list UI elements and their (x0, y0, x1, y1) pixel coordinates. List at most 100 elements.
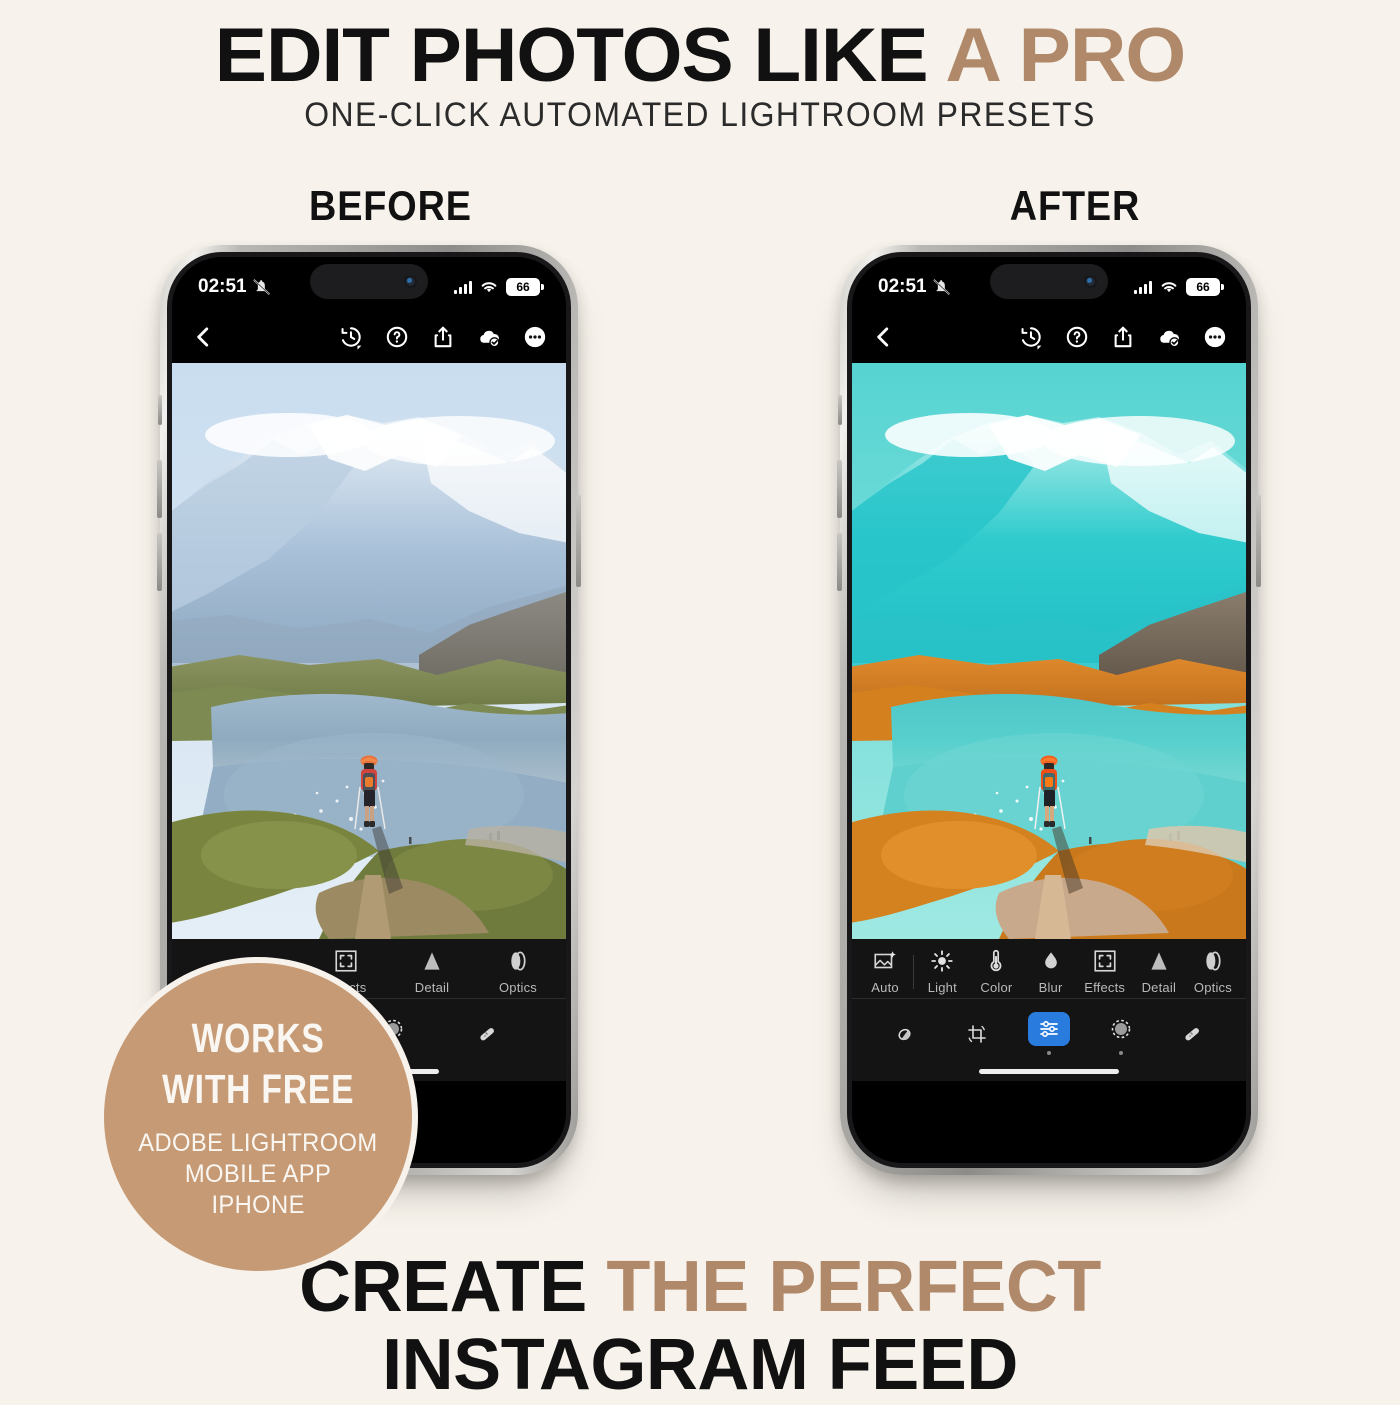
silent-switch[interactable] (838, 395, 842, 425)
nav-dot (1118, 1051, 1123, 1055)
cloud-check-icon[interactable] (1156, 324, 1182, 350)
tool-label: Detail (414, 980, 450, 995)
chevron-left-icon[interactable] (190, 324, 216, 350)
tool-auto[interactable]: Auto (859, 948, 911, 995)
volume-down-button[interactable] (837, 533, 842, 591)
tool-label: Blur (1038, 980, 1063, 995)
tool-blur[interactable]: Blur (1025, 948, 1077, 995)
more-ellipsis-icon[interactable] (522, 324, 548, 350)
tool-label: Effects (1084, 980, 1126, 995)
bell-slash-icon (933, 279, 950, 295)
tool-optics[interactable]: Optics (1187, 948, 1239, 995)
cloud-check-icon[interactable] (476, 324, 502, 350)
dynamic-island (310, 264, 428, 299)
app-toolbar (852, 311, 1246, 363)
phone-mockup-after: 02:51 66 Auto Light Color Blur Effects D… (837, 245, 1261, 1175)
front-camera-icon (404, 275, 417, 288)
healing-brush-icon (1185, 1027, 1200, 1040)
home-indicator[interactable] (979, 1068, 1119, 1074)
front-camera-icon (1084, 275, 1097, 288)
works-with-free-badge: WORKS WITH FREE ADOBE LIGHTROOM MOBILE A… (98, 957, 418, 1277)
footer-plain: CREATE (299, 1247, 607, 1327)
history-clock-icon[interactable] (1018, 324, 1044, 350)
badge-line-4: MOBILE APP (184, 1159, 332, 1188)
battery-indicator: 66 (506, 278, 544, 296)
tool-label: Auto (871, 980, 899, 995)
status-bar: 02:51 66 (172, 257, 566, 311)
phone-screen-after: 02:51 66 Auto Light Color Blur Effects D… (852, 257, 1246, 1163)
badge-line-3: ADOBE LIGHTROOM (138, 1128, 378, 1157)
nav-healing[interactable] (1171, 1017, 1213, 1051)
nav-healing[interactable] (466, 1017, 508, 1051)
page-title: EDIT PHOTOS LIKE A PRO (0, 18, 1400, 94)
effects-frame-icon (335, 950, 357, 972)
detail-triangle-icon (424, 952, 440, 970)
badge-line-1: WORKS (191, 1015, 325, 1062)
edit-tool-row-after: Auto Light Color Blur Effects Detail Opt… (852, 939, 1246, 1003)
bottom-nav-after (852, 999, 1246, 1061)
app-toolbar (172, 311, 566, 363)
nav-crop[interactable] (956, 1017, 998, 1051)
presets-contrast-icon (898, 1028, 911, 1040)
tool-optics[interactable]: Optics (492, 948, 544, 995)
crop-rotate-icon (968, 1024, 987, 1043)
silent-switch[interactable] (158, 395, 162, 425)
history-clock-icon[interactable] (338, 324, 364, 350)
before-label: BEFORE (309, 182, 472, 229)
tool-detail[interactable]: Detail (1133, 948, 1185, 995)
tool-label: Light (927, 980, 957, 995)
tool-effects[interactable]: Effects (1079, 948, 1131, 1003)
page-title-accent: A PRO (945, 13, 1186, 98)
tool-color[interactable]: Color (970, 948, 1022, 1003)
question-circle-icon[interactable] (384, 324, 410, 350)
cellular-bars-icon (1134, 280, 1152, 294)
footer-headline-line2: INSTAGRAM FEED (382, 1325, 1018, 1405)
power-button[interactable] (576, 495, 581, 587)
question-circle-icon[interactable] (1064, 324, 1090, 350)
optics-lens-icon (511, 951, 526, 971)
nav-presets[interactable] (885, 1017, 927, 1051)
power-button[interactable] (1256, 495, 1261, 587)
effects-frame-icon (1094, 950, 1116, 972)
status-time: 02:51 (198, 276, 247, 297)
wifi-icon (481, 282, 497, 293)
blur-droplet-icon (1044, 952, 1057, 969)
share-upload-icon[interactable] (1110, 324, 1136, 350)
poster-canvas: EDIT PHOTOS LIKE A PRO ONE-CLICK AUTOMAT… (0, 0, 1400, 1404)
tool-label: Detail (1141, 980, 1177, 995)
volume-down-button[interactable] (157, 533, 162, 591)
tool-light[interactable]: Light (916, 948, 968, 1003)
photo-before (172, 363, 566, 939)
tool-label: Optics (1193, 980, 1232, 995)
after-label: AFTER (1009, 182, 1141, 229)
nav-edit-sliders[interactable] (1027, 1012, 1070, 1055)
page-title-plain: EDIT PHOTOS LIKE (214, 13, 946, 98)
share-upload-icon[interactable] (430, 324, 456, 350)
page-subtitle: ONE-CLICK AUTOMATED LIGHTROOM PRESETS (304, 96, 1096, 134)
footer-accent: THE PERFECT (606, 1247, 1101, 1327)
masking-circle-icon (1111, 1019, 1130, 1039)
nav-masking[interactable] (1100, 1012, 1142, 1055)
detail-triangle-icon (1151, 952, 1167, 970)
status-time: 02:51 (878, 276, 927, 297)
home-indicator-bar (852, 1061, 1246, 1081)
dynamic-island (990, 264, 1108, 299)
battery-indicator: 66 (1186, 278, 1224, 296)
edit-sliders-icon (1040, 1021, 1058, 1038)
badge-line-2: WITH FREE (161, 1065, 355, 1112)
phone-bezel: 02:51 (847, 252, 1251, 1168)
divider (913, 954, 915, 989)
more-ellipsis-icon[interactable] (1202, 324, 1228, 350)
wifi-icon (1161, 282, 1177, 293)
nav-dot (1046, 1051, 1051, 1055)
volume-up-button[interactable] (837, 460, 842, 518)
light-sun-icon (931, 950, 953, 972)
chevron-left-icon[interactable] (870, 324, 896, 350)
photo-after (852, 363, 1246, 939)
healing-brush-icon (480, 1027, 494, 1040)
color-thermometer-icon (991, 949, 1002, 972)
tool-label: Color (980, 980, 1013, 995)
badge-line-5: IPHONE (211, 1190, 305, 1219)
volume-up-button[interactable] (157, 460, 162, 518)
tool-detail[interactable]: Detail (406, 948, 458, 995)
